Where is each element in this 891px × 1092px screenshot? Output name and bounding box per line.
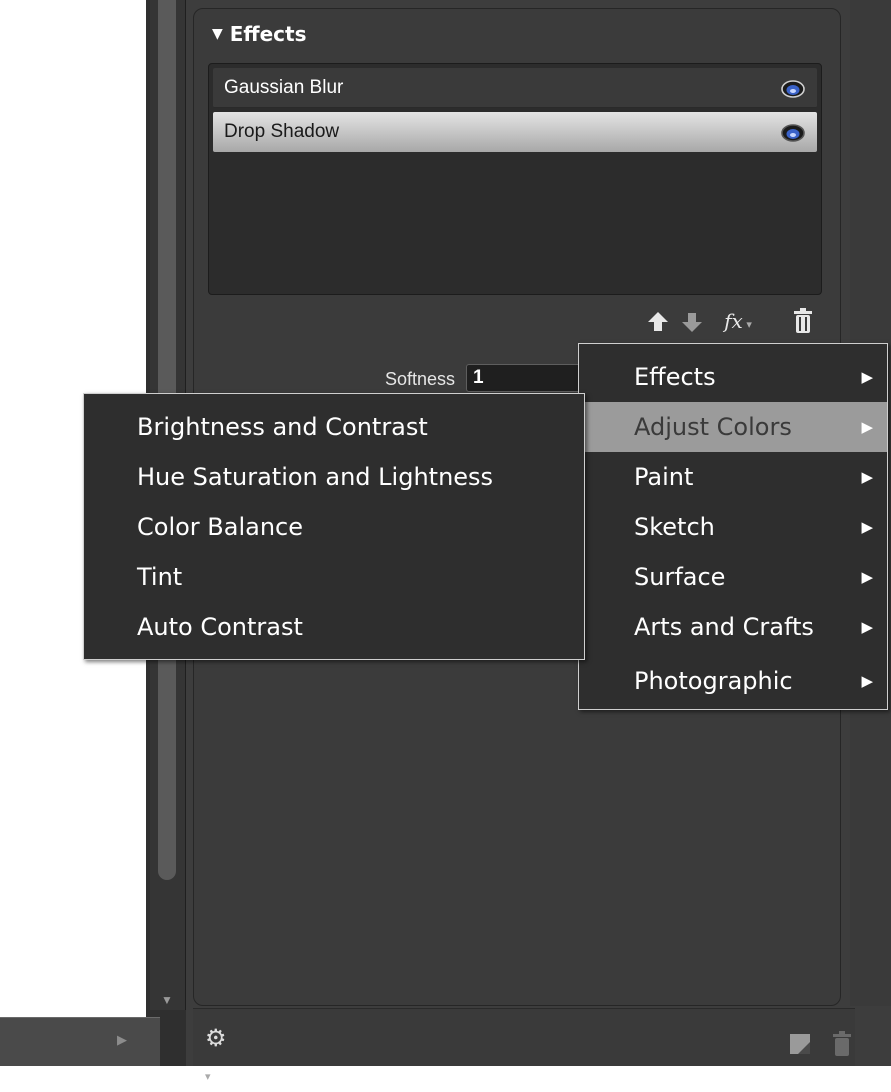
- submenu-item-tint[interactable]: Tint: [84, 552, 584, 602]
- panel-bottom-toolbar: [193, 1008, 855, 1066]
- eye-icon[interactable]: [781, 122, 805, 142]
- menu-item-label: Adjust Colors: [634, 413, 792, 441]
- arrow-down-icon[interactable]: [680, 305, 704, 337]
- trash-icon[interactable]: [790, 305, 816, 337]
- effects-list: Gaussian Blur Drop Shadow: [208, 63, 822, 295]
- menu-item-photographic[interactable]: Photographic ▶: [579, 656, 887, 706]
- new-layer-icon[interactable]: [788, 1032, 812, 1056]
- effects-section-header[interactable]: ▼ Effects: [212, 20, 307, 48]
- menu-item-paint[interactable]: Paint ▶: [579, 452, 887, 502]
- menu-item-label: Effects: [634, 363, 716, 391]
- effect-row-gaussian-blur[interactable]: Gaussian Blur: [213, 68, 817, 108]
- menu-item-label: Photographic: [634, 667, 793, 695]
- menu-item-effects[interactable]: Effects ▶: [579, 352, 887, 402]
- softness-input[interactable]: 1: [466, 364, 582, 392]
- menu-item-label: Surface: [634, 563, 726, 591]
- effects-toolbar: fx ▾: [640, 305, 820, 337]
- submenu-arrow-icon: ▶: [861, 618, 873, 636]
- submenu-arrow-icon: ▶: [861, 468, 873, 486]
- effect-row-drop-shadow[interactable]: Drop Shadow: [213, 112, 817, 152]
- effect-label: Gaussian Blur: [224, 77, 344, 98]
- eye-icon[interactable]: [781, 78, 805, 98]
- menu-item-arts-and-crafts[interactable]: Arts and Crafts ▶: [579, 602, 887, 652]
- submenu-arrow-icon: ▶: [861, 518, 873, 536]
- menu-item-label: Arts and Crafts: [634, 613, 814, 641]
- submenu-arrow-icon: ▶: [861, 418, 873, 436]
- submenu-arrow-icon: ▶: [861, 672, 873, 690]
- softness-label: Softness: [384, 369, 455, 389]
- menu-item-label: Sketch: [634, 513, 715, 541]
- filter-menu: Effects ▶ Adjust Colors ▶ Paint ▶ Sketch…: [578, 343, 888, 710]
- gear-icon[interactable]: ⚙ ▾: [205, 1024, 235, 1083]
- scroll-down-arrow-icon[interactable]: ▼: [158, 990, 176, 1010]
- menu-item-adjust-colors[interactable]: Adjust Colors ▶: [579, 402, 887, 452]
- submenu-arrow-icon: ▶: [861, 368, 873, 386]
- submenu-arrow-icon: ▶: [861, 568, 873, 586]
- fx-label: fx: [724, 309, 743, 333]
- section-title: Effects: [229, 22, 307, 46]
- bottom-left-bar: [0, 1017, 160, 1066]
- effect-label: Drop Shadow: [224, 121, 340, 142]
- play-arrow-icon[interactable]: ▶: [112, 1030, 132, 1050]
- collapse-triangle-icon: ▼: [212, 26, 223, 42]
- fx-icon[interactable]: fx ▾: [712, 305, 764, 337]
- submenu-item-brightness-contrast[interactable]: Brightness and Contrast: [84, 402, 584, 452]
- menu-item-sketch[interactable]: Sketch ▶: [579, 502, 887, 552]
- trash-icon[interactable]: [830, 1030, 854, 1058]
- menu-item-label: Paint: [634, 463, 694, 491]
- adjust-colors-submenu: Brightness and Contrast Hue Saturation a…: [83, 393, 585, 660]
- menu-item-surface[interactable]: Surface ▶: [579, 552, 887, 602]
- submenu-item-hue-saturation-lightness[interactable]: Hue Saturation and Lightness: [84, 452, 584, 502]
- arrow-up-icon[interactable]: [646, 305, 670, 337]
- submenu-item-color-balance[interactable]: Color Balance: [84, 502, 584, 552]
- submenu-item-auto-contrast[interactable]: Auto Contrast: [84, 602, 584, 652]
